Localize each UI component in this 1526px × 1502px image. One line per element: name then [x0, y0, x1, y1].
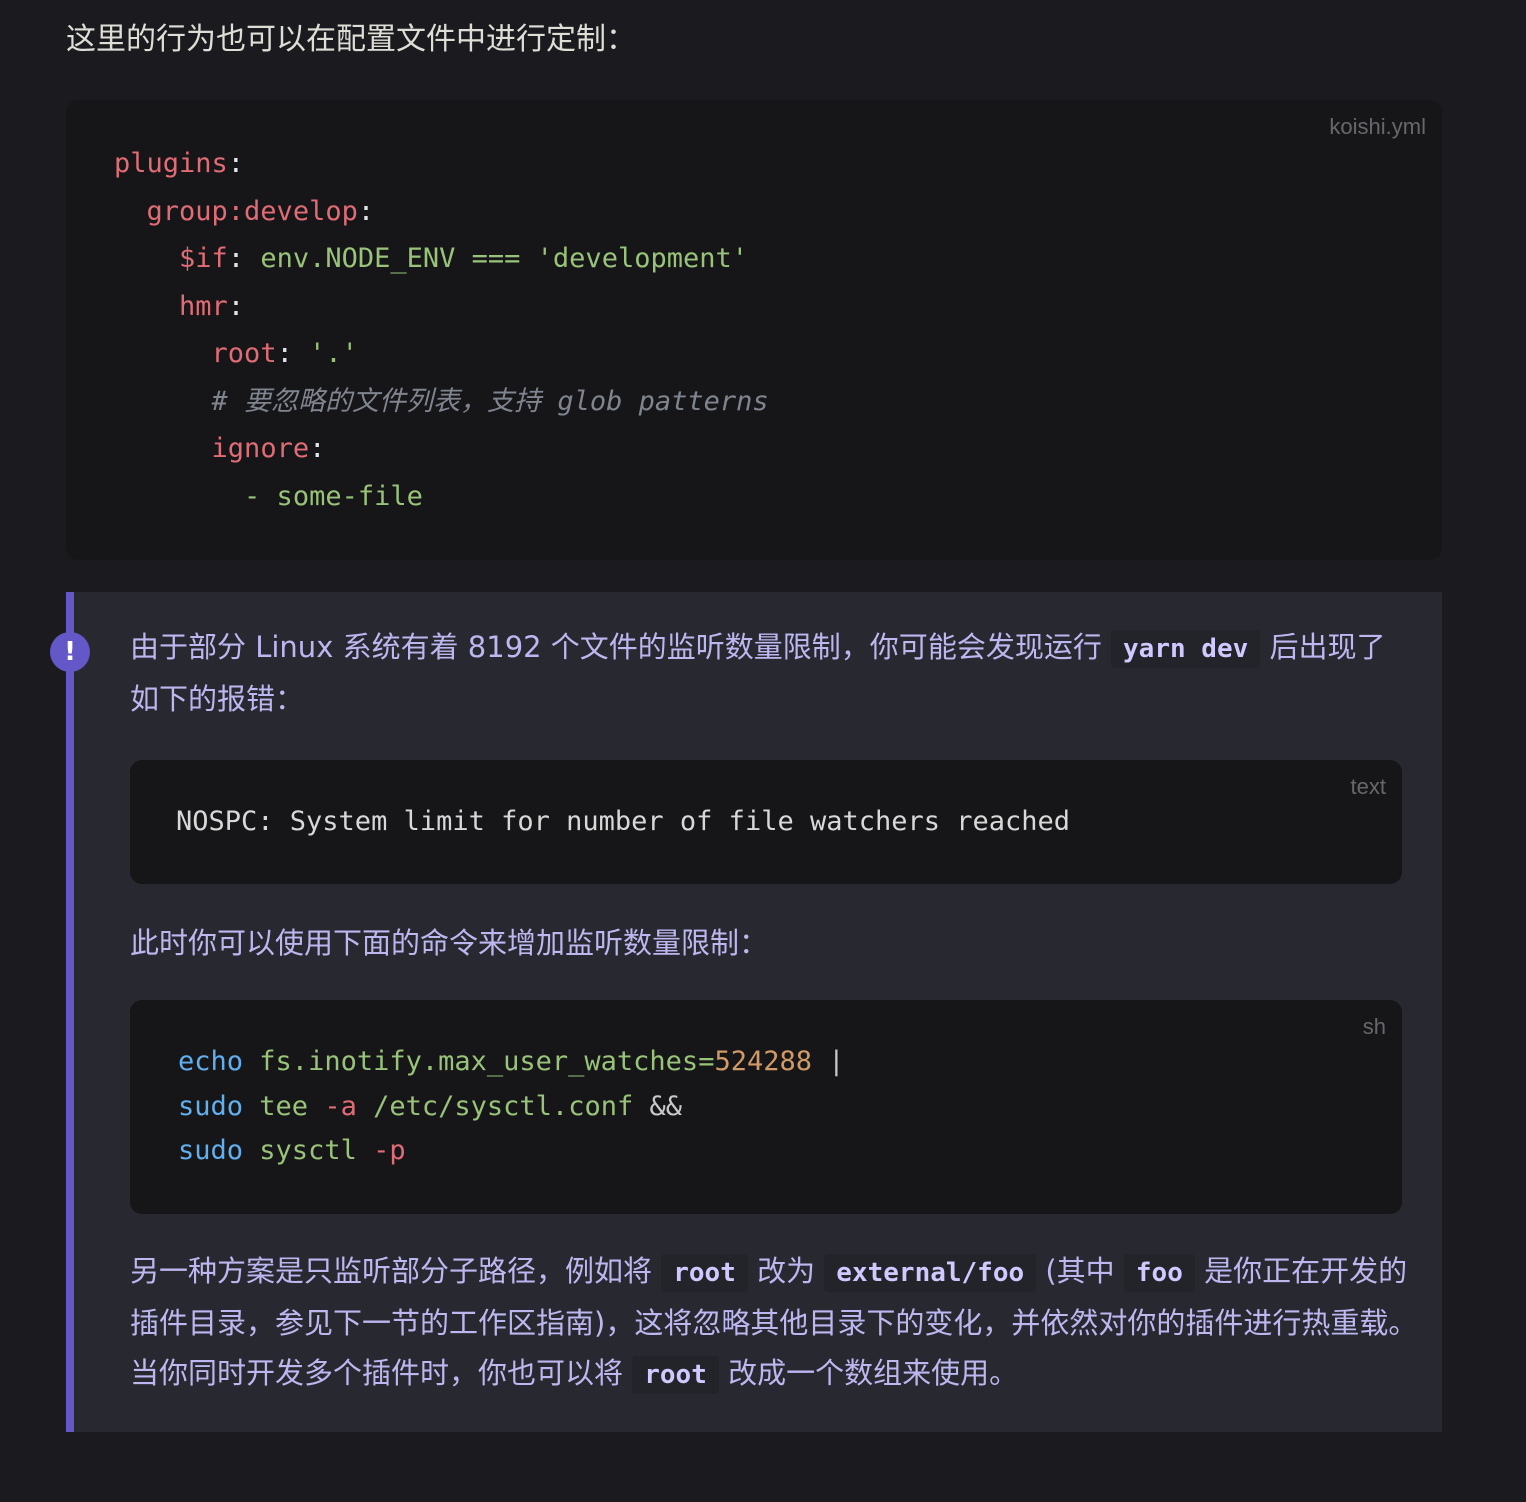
inline-code-root: root [661, 1254, 748, 1292]
shell-code-block: sh echo fs.inotify.max_user_watches=5242… [130, 1000, 1402, 1214]
tip-paragraph-1: 由于部分 Linux 系统有着 8192 个文件的监听数量限制，你可能会发现运行… [130, 630, 1386, 716]
error-text: NOSPC: System limit for number of file w… [176, 806, 1071, 837]
inline-code-external-foo: external/foo [824, 1254, 1037, 1292]
text-code-block: text NOSPC: System limit for number of f… [130, 760, 1402, 884]
code-lang-label: sh [1362, 1014, 1386, 1039]
tip-paragraph-2: 此时你可以使用下面的命令来增加监听数量限制： [130, 926, 769, 960]
inline-code-foo: foo [1123, 1254, 1195, 1292]
warning-icon: ! [50, 632, 90, 672]
shell-code: echo fs.inotify.max_user_watches=524288 … [178, 1046, 845, 1166]
yaml-code: plugins: group:develop: $if: env.NODE_EN… [114, 148, 769, 512]
intro-paragraph: 这里的行为也可以在配置文件中进行定制： [66, 22, 636, 57]
warning-callout: 由于部分 Linux 系统有着 8192 个文件的监听数量限制，你可能会发现运行… [66, 592, 1442, 1432]
code-lang-label: text [1350, 774, 1386, 799]
code-lang-label: koishi.yml [1329, 114, 1426, 139]
yaml-code-block: koishi.yml plugins: group:develop: $if: … [66, 100, 1442, 560]
tip-paragraph-3: 另一种方案是只监听部分子路径，例如将 root 改为 external/foo … [130, 1246, 1420, 1400]
inline-code-yarn-dev: yarn dev [1111, 630, 1261, 668]
inline-code-root-2: root [632, 1356, 719, 1394]
